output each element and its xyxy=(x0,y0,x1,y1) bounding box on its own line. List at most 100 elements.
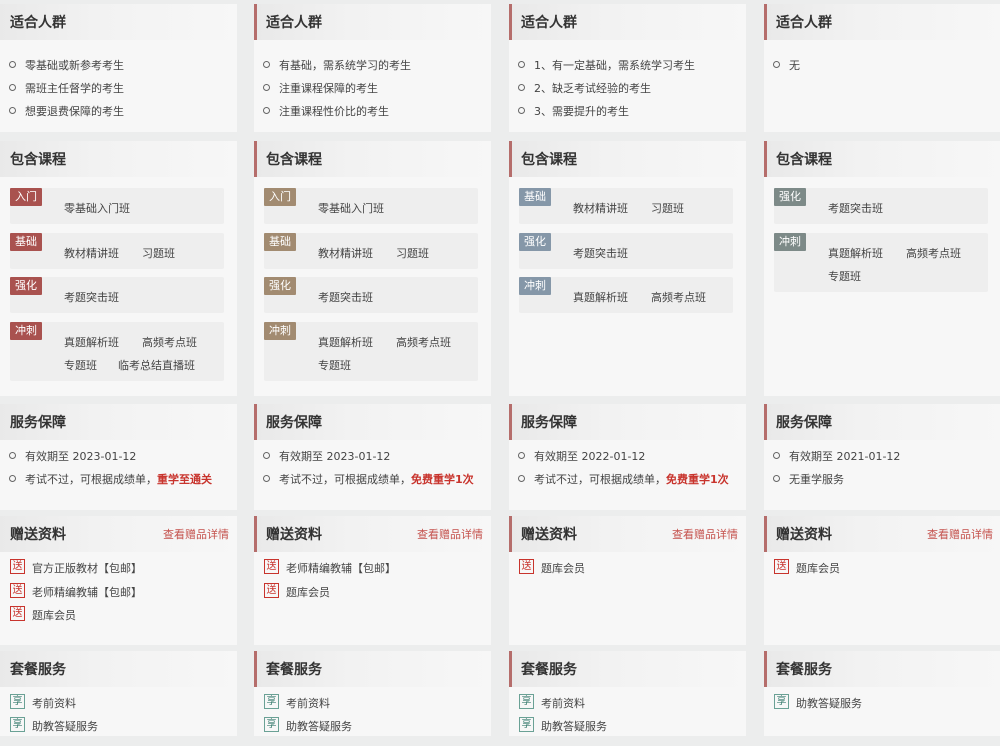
gift-materials-section: 赠送资料 查看赠品详情 送 题库会员 xyxy=(764,516,1000,645)
course-name[interactable]: 高频考点班 xyxy=(396,334,451,350)
view-gift-details-link[interactable]: 查看赠品详情 xyxy=(163,526,229,542)
service-guarantee-section: 服务保障 有效期至 2022-01-12 考试不过，可根据成绩单，免费重学1次 xyxy=(509,404,746,510)
course-name[interactable]: 教材精讲班 xyxy=(573,200,628,216)
gift-materials-section: 赠送资料 查看赠品详情 送 老师精编教辅【包邮】 送 题库会员 xyxy=(254,516,491,645)
gift-icon: 送 xyxy=(10,606,25,621)
course-name[interactable]: 真题解析班 xyxy=(828,245,883,261)
course-name[interactable]: 真题解析班 xyxy=(64,334,119,350)
course-row: 强化 考题突击班 xyxy=(519,233,733,269)
crowd-item: 2、缺乏考试经验的考生 xyxy=(518,80,651,96)
section-title: 包含课程 xyxy=(521,152,577,168)
crowd-item: 有基础，需系统学习的考生 xyxy=(263,57,411,73)
package-comparison-grid: 适合人群 零基础或新参考考生 需班主任督学的考生 想要退费保障的考生 包含课程 … xyxy=(0,0,1000,746)
course-name[interactable]: 真题解析班 xyxy=(573,289,628,305)
package-column-4: 适合人群 无 包含课程 强化 考题突击班 冲刺 真题解析班 高频考点班 专题班 … xyxy=(764,0,1000,746)
included-courses-section: 包含课程 入门 零基础入门班 基础 教材精讲班 习题班 强化 考题突击班 冲刺 … xyxy=(254,141,491,396)
section-header: 包含课程 xyxy=(509,141,746,177)
package-item: 助教答疑服务 xyxy=(32,720,98,733)
suitable-crowd-section: 适合人群 零基础或新参考考生 需班主任督学的考生 想要退费保障的考生 xyxy=(0,4,237,132)
validity-text: 有效期至 2023-01-12 xyxy=(263,448,390,464)
course-name[interactable]: 考题突击班 xyxy=(318,289,373,305)
crowd-item: 1、有一定基础，需系统学习考生 xyxy=(518,57,695,73)
service-guarantee-section: 服务保障 有效期至 2021-01-12 无重学服务 xyxy=(764,404,1000,510)
crowd-item: 无 xyxy=(773,57,800,73)
course-row: 冲刺 真题解析班 高频考点班 专题班 xyxy=(774,233,988,292)
course-name[interactable]: 高频考点班 xyxy=(142,334,197,350)
course-name[interactable]: 习题班 xyxy=(651,200,684,216)
course-name[interactable]: 零基础入门班 xyxy=(64,200,130,216)
course-name[interactable]: 习题班 xyxy=(396,245,429,261)
course-name[interactable]: 考题突击班 xyxy=(828,200,883,216)
section-title: 包含课程 xyxy=(10,152,66,168)
section-header: 套餐服务 xyxy=(0,651,237,687)
section-header: 服务保障 xyxy=(509,404,746,440)
section-title: 适合人群 xyxy=(521,15,577,31)
section-header: 套餐服务 xyxy=(764,651,1000,687)
course-name[interactable]: 零基础入门班 xyxy=(318,200,384,216)
course-name[interactable]: 教材精讲班 xyxy=(318,245,373,261)
section-title: 服务保障 xyxy=(10,415,66,431)
retake-guarantee: 考试不过，可根据成绩单，免费重学1次 xyxy=(263,471,474,487)
course-row: 基础 教材精讲班 习题班 xyxy=(264,233,478,269)
gift-icon: 送 xyxy=(10,583,25,598)
guarantee-highlight: 免费重学1次 xyxy=(666,473,729,486)
package-item: 助教答疑服务 xyxy=(286,720,352,733)
section-header: 赠送资料 查看赠品详情 xyxy=(254,516,491,552)
section-header: 适合人群 xyxy=(764,4,1000,40)
enjoy-icon: 享 xyxy=(519,717,534,732)
course-row: 基础 教材精讲班 习题班 xyxy=(10,233,224,269)
section-header: 包含课程 xyxy=(764,141,1000,177)
course-name[interactable]: 专题班 xyxy=(828,268,861,284)
stage-tag: 强化 xyxy=(10,277,42,295)
stage-tag: 基础 xyxy=(10,233,42,251)
section-header: 套餐服务 xyxy=(509,651,746,687)
gift-item: 题库会员 xyxy=(286,586,330,599)
stage-tag: 基础 xyxy=(519,188,551,206)
guarantee-text: 考试不过，可根据成绩单， xyxy=(25,473,157,486)
course-name[interactable]: 考题突击班 xyxy=(64,289,119,305)
course-name[interactable]: 真题解析班 xyxy=(318,334,373,350)
package-item: 助教答疑服务 xyxy=(541,720,607,733)
course-name[interactable]: 高频考点班 xyxy=(906,245,961,261)
gift-item: 题库会员 xyxy=(796,562,840,575)
view-gift-details-link[interactable]: 查看赠品详情 xyxy=(927,526,993,542)
view-gift-details-link[interactable]: 查看赠品详情 xyxy=(417,526,483,542)
gift-icon: 送 xyxy=(264,559,279,574)
enjoy-icon: 享 xyxy=(10,717,25,732)
gift-icon: 送 xyxy=(774,559,789,574)
course-name[interactable]: 专题班 xyxy=(318,357,351,373)
course-name[interactable]: 专题班 xyxy=(64,357,97,373)
course-name[interactable]: 习题班 xyxy=(142,245,175,261)
retake-guarantee: 考试不过，可根据成绩单，重学至通关 xyxy=(9,471,212,487)
section-header: 包含课程 xyxy=(254,141,491,177)
package-item: 考前资料 xyxy=(541,697,585,710)
suitable-crowd-section: 适合人群 有基础，需系统学习的考生 注重课程保障的考生 注重课程性价比的考生 xyxy=(254,4,491,132)
stage-tag: 强化 xyxy=(774,188,806,206)
section-header: 适合人群 xyxy=(0,4,237,40)
gift-item: 题库会员 xyxy=(32,609,76,622)
course-row: 强化 考题突击班 xyxy=(264,277,478,313)
course-name[interactable]: 教材精讲班 xyxy=(64,245,119,261)
view-gift-details-link[interactable]: 查看赠品详情 xyxy=(672,526,738,542)
stage-tag: 冲刺 xyxy=(10,322,42,340)
section-title: 套餐服务 xyxy=(776,662,832,678)
course-name[interactable]: 临考总结直播班 xyxy=(118,357,195,373)
section-title: 赠送资料 xyxy=(521,527,577,543)
gift-materials-section: 赠送资料 查看赠品详情 送 官方正版教材【包邮】 送 老师精编教辅【包邮】 送 … xyxy=(0,516,237,645)
stage-tag: 基础 xyxy=(264,233,296,251)
crowd-item: 零基础或新参考考生 xyxy=(9,57,124,73)
retake-guarantee: 无重学服务 xyxy=(773,471,844,487)
course-row: 冲刺 真题解析班 高频考点班 专题班 临考总结直播班 xyxy=(10,322,224,381)
validity-text: 有效期至 2021-01-12 xyxy=(773,448,900,464)
package-services-section: 套餐服务 享 考前资料 享 助教答疑服务 xyxy=(254,651,491,736)
section-header: 赠送资料 查看赠品详情 xyxy=(0,516,237,552)
enjoy-icon: 享 xyxy=(264,717,279,732)
gift-item: 老师精编教辅【包邮】 xyxy=(286,562,396,575)
package-services-section: 套餐服务 享 考前资料 享 助教答疑服务 xyxy=(509,651,746,736)
course-name[interactable]: 考题突击班 xyxy=(573,245,628,261)
course-name[interactable]: 高频考点班 xyxy=(651,289,706,305)
section-title: 适合人群 xyxy=(776,15,832,31)
enjoy-icon: 享 xyxy=(264,694,279,709)
guarantee-text: 考试不过，可根据成绩单， xyxy=(534,473,666,486)
course-row: 冲刺 真题解析班 高频考点班 专题班 xyxy=(264,322,478,381)
